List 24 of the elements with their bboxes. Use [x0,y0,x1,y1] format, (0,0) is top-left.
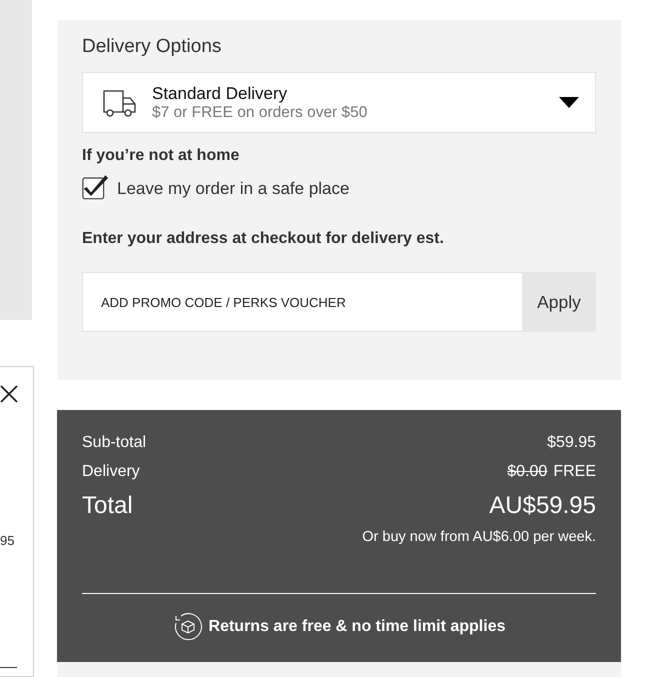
total-label: Total [82,492,133,520]
price-text: 95 [0,533,14,548]
section-heading: If you’re not at home [82,147,240,165]
subtotal-value: $59.95 [547,434,596,452]
total-value: AU$59.95 [489,492,596,520]
address-note: Enter your address at checkout for delivery est. [82,230,445,248]
returns-text: Returns are free & no time limit applies [208,618,506,636]
checkbox-label: Leave my order in a safe place [117,178,350,198]
delivery-value: FREE [553,463,596,481]
caret-icon [559,97,579,108]
apply-button[interactable]: Apply [522,272,596,332]
subtotal-label: Sub-total [82,434,146,452]
truck-icon [103,88,136,116]
delivery-detail: $7 or FREE on orders over $50 [152,104,368,122]
close-icon[interactable] [0,385,18,403]
original-price: $0.00 [507,463,548,481]
promo-code-field[interactable]: ADD PROMO CODE / PERKS VOUCHER [82,272,522,332]
delivery-label: Delivery [82,463,140,481]
delivery-name: Standard Delivery [152,84,288,104]
section-title: Delivery Options [82,36,222,58]
installment-text: Or buy now from AU$6.00 per week. [362,529,596,545]
returns-box-icon [172,612,203,642]
safe-place-checkbox[interactable] [82,175,109,202]
delivery-select[interactable]: Standard Delivery $7 or FREE on orders over $50 [82,72,596,133]
